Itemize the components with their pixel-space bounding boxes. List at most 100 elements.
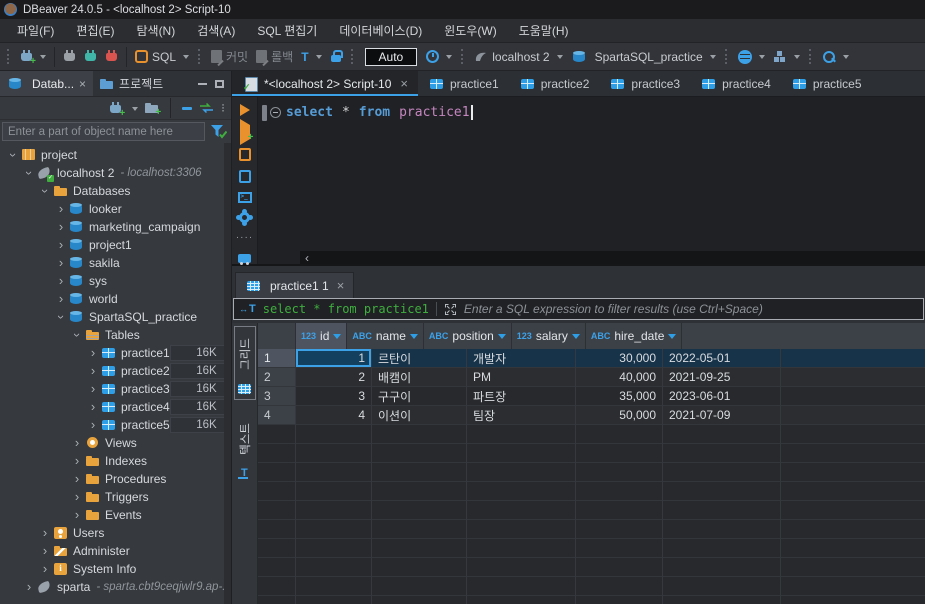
tree-item[interactable]: looker	[0, 200, 231, 218]
filter-placeholder-text[interactable]: Enter a SQL expression to filter results…	[464, 302, 918, 316]
column-filter-arrow-icon[interactable]	[498, 334, 506, 343]
menu-item[interactable]: 도움말(H)	[508, 19, 580, 42]
cell-name[interactable]: 르탄이	[372, 349, 467, 368]
tab-projects[interactable]: 프로젝트	[93, 71, 170, 96]
editor-horizontal-scrollbar[interactable]: ‹	[300, 251, 925, 264]
cell-hire-date[interactable]: 2022-05-01	[663, 349, 781, 368]
tree-item[interactable]: Users	[0, 524, 231, 542]
expand-arrow-icon[interactable]	[54, 292, 68, 306]
tree-item[interactable]: Administer	[0, 542, 231, 560]
chevron-down-icon[interactable]	[794, 55, 800, 62]
object-filter-input[interactable]	[2, 122, 205, 141]
reconnect-button[interactable]	[80, 48, 101, 65]
auto-commit-indicator[interactable]: Auto	[365, 48, 418, 66]
editor-tab[interactable]: practice4	[690, 71, 781, 96]
settings-gear-icon[interactable]	[239, 212, 250, 223]
table-row[interactable]: 3 3 구구이 파트장 35,000 2023-06-01	[258, 387, 925, 406]
tree-item[interactable]: world	[0, 290, 231, 308]
column-header[interactable]: 123 salary	[512, 323, 586, 349]
expand-arrow-icon[interactable]	[86, 346, 100, 360]
chevron-down-icon[interactable]	[183, 55, 189, 62]
expand-arrow-icon[interactable]	[86, 382, 100, 396]
row-number[interactable]: 2	[258, 368, 296, 387]
expand-arrow-icon[interactable]	[38, 526, 52, 540]
cell-id[interactable]: 2	[296, 368, 372, 387]
cell-salary[interactable]: 50,000	[576, 406, 663, 425]
editor-tab[interactable]: practice2	[509, 71, 600, 96]
close-icon[interactable]: ×	[400, 76, 408, 91]
tree-item[interactable]: sakila	[0, 254, 231, 272]
expand-arrow-icon[interactable]	[38, 184, 52, 198]
expand-arrow-icon[interactable]	[86, 418, 100, 432]
column-header[interactable]: ABC position	[424, 323, 512, 349]
tree-item[interactable]: practice5 16K	[0, 416, 231, 434]
sql-code-line[interactable]: select * from practice1	[262, 104, 925, 121]
tree-item[interactable]: localhost 2 - localhost:3306	[0, 164, 231, 182]
execute-new-tab-icon[interactable]	[240, 125, 250, 139]
tree-item[interactable]: project1	[0, 236, 231, 254]
expand-arrow-icon[interactable]	[86, 400, 100, 414]
results-filter-bar[interactable]: T select * from practice1 Enter a SQL ex…	[233, 298, 924, 320]
tree-item[interactable]: Indexes	[0, 452, 231, 470]
filter-type-icon[interactable]: T	[239, 303, 256, 315]
export-data-icon[interactable]	[238, 254, 251, 263]
column-filter-arrow-icon[interactable]	[410, 334, 418, 343]
cell-hire-date[interactable]: 2021-07-09	[663, 406, 781, 425]
active-schema-selector[interactable]: SpartaSQL_practice	[567, 48, 720, 66]
view-menu-icon[interactable]	[221, 101, 225, 115]
chevron-down-icon[interactable]	[557, 55, 563, 62]
expand-arrow-icon[interactable]	[38, 562, 52, 576]
chevron-down-icon[interactable]	[710, 55, 716, 62]
row-number-header[interactable]	[258, 323, 296, 349]
menu-item[interactable]: 검색(A)	[186, 19, 246, 42]
cell-id[interactable]: 3	[296, 387, 372, 406]
tree-item[interactable]: practice3 16K	[0, 380, 231, 398]
column-header[interactable]: ABC hire_date	[586, 323, 683, 349]
filter-funnel-icon[interactable]	[210, 124, 227, 139]
expand-arrow-icon[interactable]	[70, 490, 84, 504]
expand-arrow-icon[interactable]	[70, 454, 84, 468]
close-icon[interactable]: ×	[337, 278, 345, 293]
tree-item[interactable]: practice4 16K	[0, 398, 231, 416]
editor-tab[interactable]: practice5	[781, 71, 872, 96]
expand-arrow-icon[interactable]	[70, 328, 84, 342]
new-connection-button[interactable]	[16, 48, 50, 65]
minimize-icon[interactable]	[198, 83, 207, 85]
tree-item[interactable]: System Info	[0, 560, 231, 578]
rollback-button[interactable]: 롤백	[252, 46, 297, 67]
tree-item[interactable]: sys	[0, 272, 231, 290]
expand-arrow-icon[interactable]	[54, 256, 68, 270]
cell-position[interactable]: 개발자	[467, 349, 576, 368]
close-icon[interactable]: ×	[79, 77, 86, 91]
cell-salary[interactable]: 35,000	[576, 387, 663, 406]
menu-item[interactable]: 편집(E)	[65, 19, 125, 42]
new-folder-icon[interactable]	[145, 102, 159, 114]
maximize-icon[interactable]	[215, 80, 224, 88]
tree-item[interactable]: Procedures	[0, 470, 231, 488]
chevron-down-icon[interactable]	[40, 55, 46, 62]
more-tools-icon[interactable]	[236, 232, 253, 243]
expand-arrow-icon[interactable]	[54, 220, 68, 234]
tree-item[interactable]: SpartaSQL_practice	[0, 308, 231, 326]
tab-database-navigator[interactable]: Datab... ×	[0, 71, 93, 96]
results-view-tab[interactable]: 텍스트	[234, 412, 256, 484]
expand-arrow-icon[interactable]	[22, 166, 36, 180]
column-header[interactable]: 123 id	[296, 323, 347, 349]
execute-statement-icon[interactable]	[240, 104, 250, 116]
code-area[interactable]: select * from practice1	[258, 97, 925, 251]
sql-editor-button[interactable]: SQL	[131, 48, 193, 66]
chevron-down-icon[interactable]	[316, 55, 322, 62]
transaction-mode-button[interactable]: T	[297, 48, 325, 66]
tree-item[interactable]: practice2 16K	[0, 362, 231, 380]
editor-tab[interactable]: practice1	[418, 71, 509, 96]
column-filter-arrow-icon[interactable]	[333, 334, 341, 343]
disconnect-button[interactable]	[59, 48, 80, 65]
expand-arrow-icon[interactable]	[86, 364, 100, 378]
results-tab[interactable]: practice1 1 ×	[235, 272, 354, 298]
menu-item[interactable]: 윈도우(W)	[433, 19, 507, 42]
new-connection-icon[interactable]	[109, 102, 122, 115]
database-tasks-button[interactable]	[769, 48, 804, 65]
expand-arrow-icon[interactable]	[70, 472, 84, 486]
row-number[interactable]: 4	[258, 406, 296, 425]
expand-arrow-icon[interactable]	[54, 238, 68, 252]
